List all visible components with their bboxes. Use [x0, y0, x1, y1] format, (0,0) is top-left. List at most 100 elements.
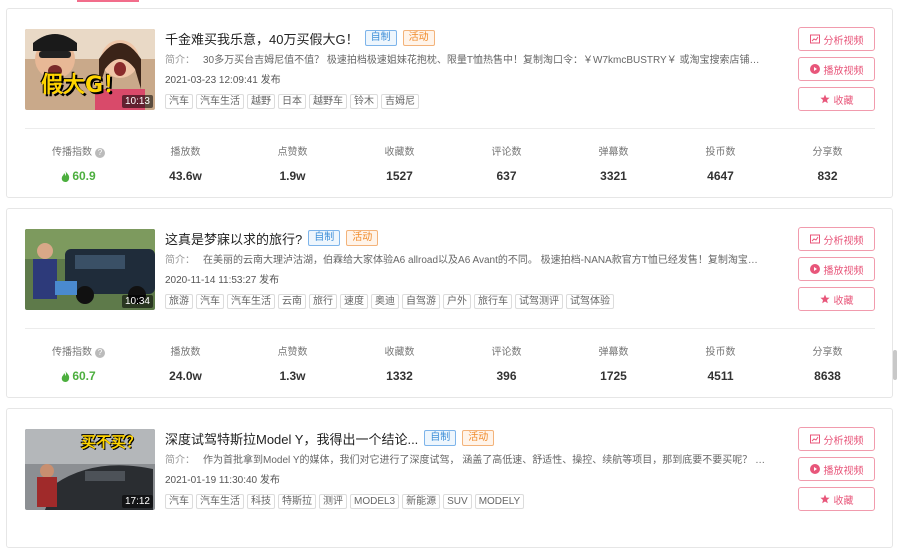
tag[interactable]: 云南: [278, 294, 306, 309]
help-icon[interactable]: ?: [95, 148, 105, 158]
star-icon: [819, 294, 830, 304]
video-intro: 简介： 在美丽的云南大理泸沽湖，伯霖给大家体验A6 allroad以及A6 Ava…: [165, 255, 767, 266]
stat-spread-index: 传播指数? 60.7: [25, 346, 132, 384]
play-video-button[interactable]: 播放视频: [798, 57, 875, 81]
video-intro: 简介： 作为首批拿到Model Y的媒体，我们对它进行了深度试驾， 涵盖了高低速、…: [165, 455, 767, 466]
stat-comments: 评论数 396: [491, 347, 522, 383]
tag[interactable]: 奥迪: [371, 294, 399, 309]
analyze-video-button[interactable]: 分析视频: [798, 27, 875, 51]
video-actions: 分析视频 播放视频 收藏: [798, 27, 875, 117]
stat-plays: 播放数 24.0w: [169, 347, 202, 383]
video-title[interactable]: 千金难买我乐意，40万买假大G！: [165, 29, 359, 48]
self-made-badge: 自制: [308, 230, 341, 246]
chart-icon: [809, 34, 820, 44]
activity-badge: 活动: [402, 30, 435, 46]
play-icon: [809, 264, 820, 274]
stat-coins: 投币数 4511: [705, 347, 736, 383]
stat-likes: 点赞数 1.3w: [277, 347, 308, 383]
stat-spread-index: 传播指数? 60.9: [25, 146, 132, 184]
video-title[interactable]: 这真是梦寐以求的旅行?: [165, 229, 302, 248]
tag-list: 汽车 汽车生活 越野 日本 越野车 铃木 吉姆尼: [165, 94, 767, 109]
tag[interactable]: 自驾游: [402, 294, 440, 309]
tag[interactable]: 特斯拉: [278, 494, 316, 509]
video-info: 这真是梦寐以求的旅行? 自制 活动 简介： 在美丽的云南大理泸沽湖，伯霖给大家体验…: [165, 229, 767, 309]
tag[interactable]: 铃木: [350, 94, 378, 109]
video-intro: 简介： 30多万买台吉姆尼值不值？ 极速拍档极速姐妹花抱枕、限量T恤热售中！复制淘…: [165, 55, 767, 66]
star-icon: [819, 494, 830, 504]
analyze-video-button[interactable]: 分析视频: [798, 227, 875, 251]
tag[interactable]: 户外: [443, 294, 471, 309]
thumbnail-caption: 假大G！: [41, 73, 126, 98]
tag[interactable]: MODELY: [474, 494, 525, 509]
video-duration: 10:34: [121, 295, 153, 308]
tag[interactable]: 汽车: [165, 494, 193, 509]
card-divider: [25, 328, 875, 329]
chart-icon: [809, 434, 820, 444]
tag[interactable]: 汽车: [196, 294, 224, 309]
video-thumbnail[interactable]: 假大G！ 10:13: [25, 29, 155, 110]
play-video-button[interactable]: 播放视频: [798, 457, 875, 481]
stat-comments: 评论数 637: [491, 147, 522, 183]
video-info: 千金难买我乐意，40万买假大G！ 自制 活动 简介： 30多万买台吉姆尼值不值？ …: [165, 29, 767, 109]
tag[interactable]: 越野车: [309, 94, 347, 109]
video-actions: 分析视频 播放视频 收藏: [798, 427, 875, 517]
stat-favorites: 收藏数 1527: [384, 147, 415, 183]
publish-date: 2021-01-19 11:30:40 发布: [165, 475, 280, 486]
card-divider: [25, 128, 875, 129]
activity-badge: 活动: [346, 230, 379, 246]
stat-likes: 点赞数 1.9w: [277, 147, 308, 183]
tag[interactable]: 试驾测评: [515, 294, 563, 309]
thumbnail-caption: 买不买？: [81, 433, 142, 451]
video-thumbnail[interactable]: 10:34: [25, 229, 155, 310]
tag[interactable]: 旅行车: [474, 294, 512, 309]
video-title[interactable]: 深度试驾特斯拉Model Y，我得出一个结论...: [165, 429, 418, 448]
self-made-badge: 自制: [424, 430, 457, 446]
stat-favorites: 收藏数 1332: [384, 347, 415, 383]
scrollbar-thumb[interactable]: [893, 350, 897, 380]
analyze-video-button[interactable]: 分析视频: [798, 427, 875, 451]
tag[interactable]: 新能源: [402, 494, 441, 509]
flame-icon: [62, 170, 70, 182]
stat-plays: 播放数 43.6w: [169, 147, 202, 183]
stats-row: 传播指数? 60.7 播放数 24.0w 点赞数 1.3w 收藏数 1332 评论数 39…: [7, 346, 892, 384]
video-card: 10:34 这真是梦寐以求的旅行? 自制 活动 简介： 在美丽的云南大理泸沽湖，伯…: [6, 208, 893, 398]
collect-button[interactable]: 收藏: [798, 287, 875, 311]
tag[interactable]: 速度: [340, 294, 368, 309]
collect-button[interactable]: 收藏: [798, 487, 875, 511]
stat-danmaku: 弹幕数 1725: [598, 347, 629, 383]
tag[interactable]: 汽车: [165, 94, 193, 109]
publish-date: 2020-11-14 11:53:27 发布: [165, 275, 280, 286]
star-icon: [819, 94, 830, 104]
video-actions: 分析视频 播放视频 收藏: [798, 227, 875, 317]
stat-shares: 分享数 8638: [812, 347, 843, 383]
tag[interactable]: 汽车生活: [227, 294, 275, 309]
tag[interactable]: SUV: [443, 494, 472, 509]
active-tab-indicator: [77, 0, 139, 2]
help-icon[interactable]: ?: [95, 348, 105, 358]
tag-list: 旅游 汽车 汽车生活 云南 旅行 速度 奥迪 自驾游 户外 旅行车 试驾测评 试…: [165, 294, 767, 309]
video-duration: 10:13: [121, 95, 153, 108]
tag[interactable]: 试驾体验: [566, 294, 614, 309]
activity-badge: 活动: [462, 430, 495, 446]
tag[interactable]: 汽车生活: [196, 94, 244, 109]
play-icon: [809, 64, 820, 74]
tag[interactable]: 旅行: [309, 294, 337, 309]
tag[interactable]: MODEL3: [350, 494, 400, 509]
video-thumbnail[interactable]: 买不买？ 17:12: [25, 429, 155, 510]
tag[interactable]: 科技: [247, 494, 275, 509]
tag[interactable]: 旅游: [165, 294, 193, 309]
video-card: 假大G！ 10:13 千金难买我乐意，40万买假大G！ 自制 活动 简介： 30多…: [6, 8, 893, 198]
tag-list: 汽车 汽车生活 科技 特斯拉 测评 MODEL3 新能源 SUV MODELY: [165, 494, 767, 509]
flame-icon: [62, 370, 70, 382]
play-icon: [809, 464, 820, 474]
play-video-button[interactable]: 播放视频: [798, 257, 875, 281]
tag[interactable]: 日本: [278, 94, 306, 109]
video-duration: 17:12: [121, 495, 153, 508]
collect-button[interactable]: 收藏: [798, 87, 875, 111]
tag[interactable]: 越野: [247, 94, 275, 109]
tag[interactable]: 吉姆尼: [381, 94, 419, 109]
stat-danmaku: 弹幕数 3321: [598, 147, 629, 183]
tag[interactable]: 汽车生活: [196, 494, 244, 509]
chart-icon: [809, 234, 820, 244]
tag[interactable]: 测评: [319, 494, 347, 509]
